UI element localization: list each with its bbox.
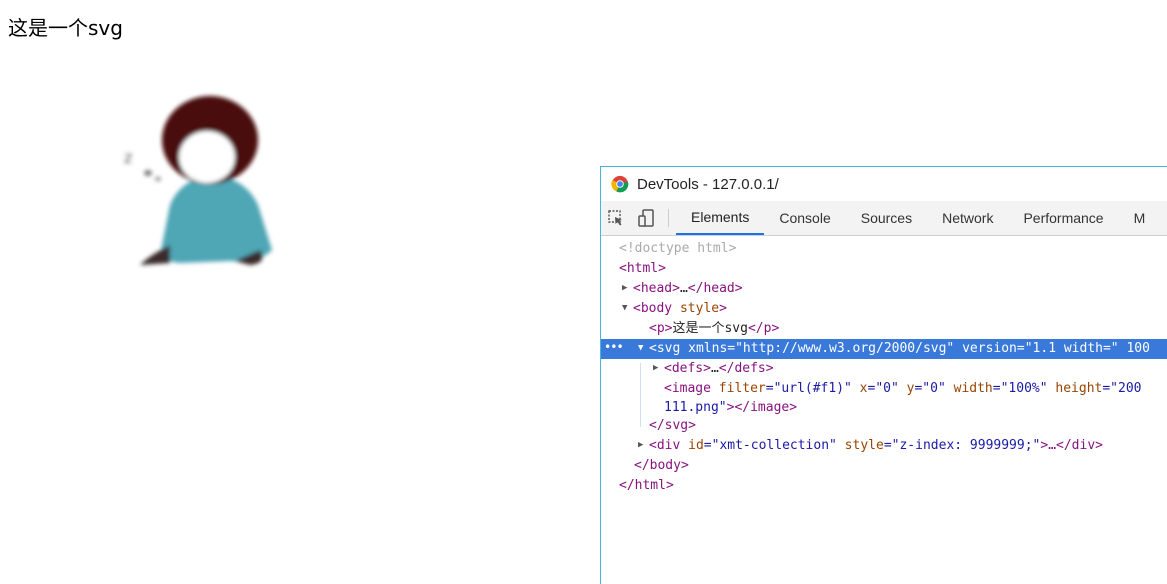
expand-arrow-icon[interactable]: ▶ [653, 359, 658, 379]
dom-node-image[interactable]: <image filter="url(#f1)" x="0" y="0" wid… [601, 379, 1167, 399]
devtools-title: DevTools - 127.0.0.1/ [637, 175, 779, 193]
inspect-element-icon[interactable] [601, 201, 631, 235]
dom-node-html[interactable]: <html> [601, 259, 1167, 279]
expand-arrow-icon[interactable]: ▶ [638, 436, 643, 456]
elements-dom-tree: <!doctype html> <html> ▶ <head>…</head> … [601, 236, 1167, 496]
svg-text:z: z [124, 148, 132, 167]
dom-node-svg-selected[interactable]: ••• ▼ <svg xmlns="http://www.w3.org/2000… [601, 339, 1167, 359]
dom-node-image-continued[interactable]: 111.png"></image> [601, 398, 1167, 416]
devtools-titlebar: DevTools - 127.0.0.1/ [601, 167, 1167, 201]
dom-node-body-close[interactable]: </body> [601, 456, 1167, 476]
devtools-toolbar: Elements Console Sources Network Perform… [601, 201, 1167, 236]
tab-elements[interactable]: Elements [676, 201, 765, 235]
dom-node-p[interactable]: <p>这是一个svg</p> [601, 319, 1167, 339]
blurred-character-illustration: z [124, 96, 272, 265]
tab-performance[interactable]: Performance [1008, 201, 1118, 235]
dom-node-div[interactable]: ▶ <div id="xmt-collection" style="z-inde… [601, 436, 1167, 456]
chrome-logo-icon [611, 175, 629, 193]
collapse-arrow-icon[interactable]: ▼ [622, 299, 627, 319]
more-dots-icon[interactable]: ••• [604, 338, 624, 358]
page-paragraph: 这是一个svg [8, 16, 123, 40]
dom-node-body[interactable]: ▼ <body style> [601, 299, 1167, 319]
devtools-window: DevTools - 127.0.0.1/ Elements Console S… [600, 166, 1167, 584]
dom-node-head[interactable]: ▶ <head>…</head> [601, 279, 1167, 299]
dom-node-svg-close[interactable]: </svg> [601, 416, 1167, 436]
tab-sources[interactable]: Sources [846, 201, 927, 235]
tab-console[interactable]: Console [764, 201, 845, 235]
dom-node-defs[interactable]: ▶ <defs>…</defs> [601, 359, 1167, 379]
tab-network[interactable]: Network [927, 201, 1008, 235]
dom-node-doctype[interactable]: <!doctype html> [601, 239, 1167, 259]
dom-node-html-close[interactable]: </html> [601, 476, 1167, 496]
expand-arrow-icon[interactable]: ▶ [622, 279, 627, 299]
collapse-arrow-icon[interactable]: ▼ [638, 339, 643, 359]
device-toolbar-icon[interactable] [631, 201, 661, 235]
toolbar-separator [668, 209, 669, 227]
tab-more-truncated[interactable]: M [1119, 201, 1161, 235]
